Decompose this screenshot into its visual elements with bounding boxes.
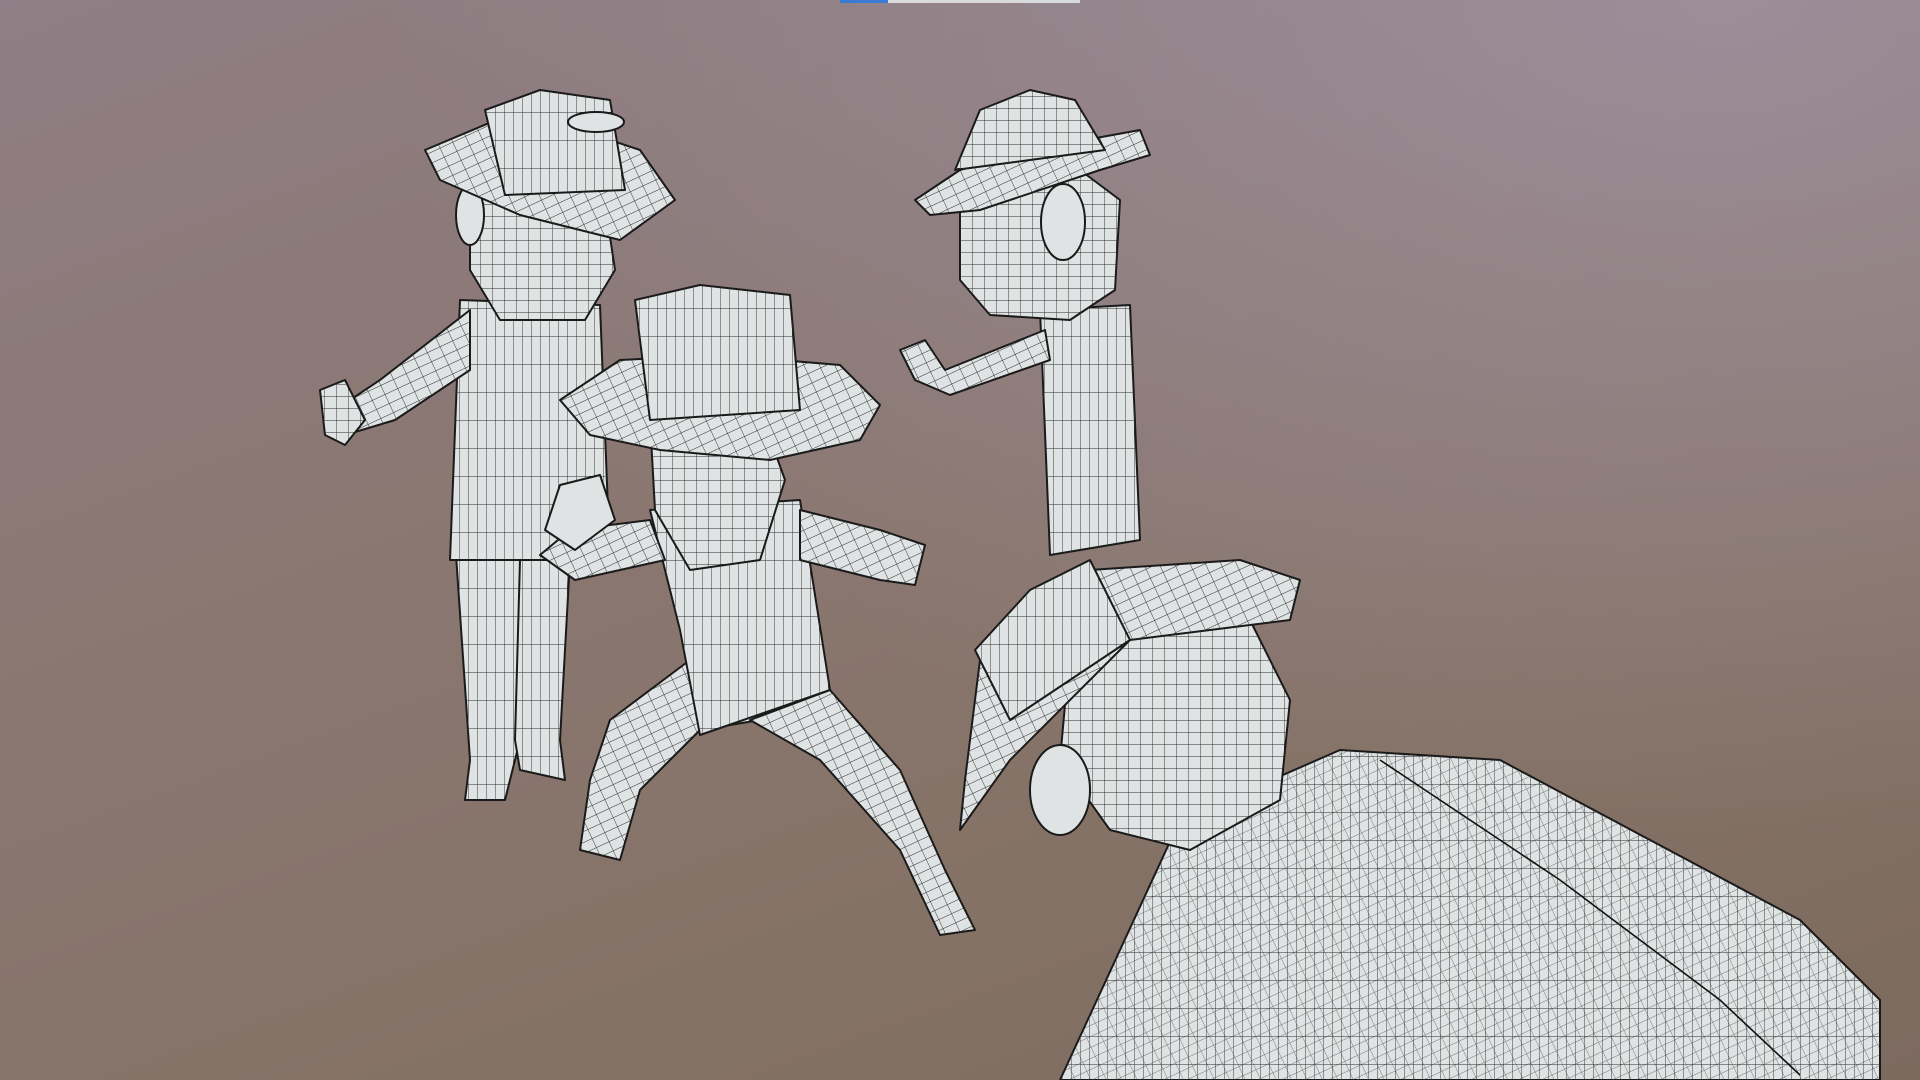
character-left[interactable] <box>319 89 676 801</box>
character-center[interactable] <box>539 284 976 936</box>
character-foreground[interactable] <box>959 559 1881 1080</box>
3d-viewport[interactable] <box>0 0 1920 1080</box>
scene-render[interactable] <box>0 0 1920 1080</box>
character-right[interactable] <box>899 89 1151 556</box>
